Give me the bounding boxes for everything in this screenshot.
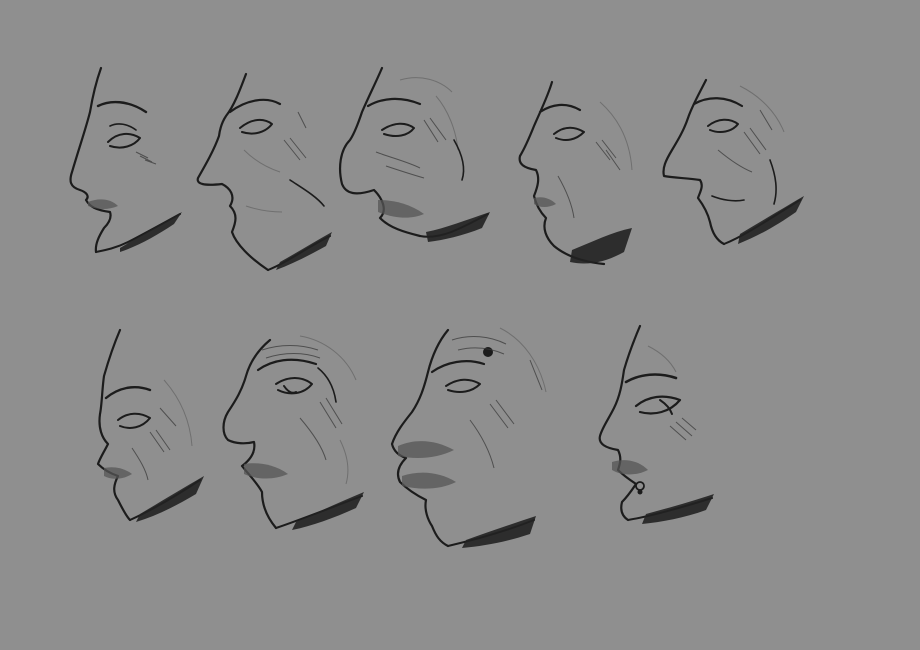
lip-ring-icon bbox=[635, 481, 645, 491]
sketch-large-lip-man bbox=[390, 327, 547, 548]
sketch-long-nose-man bbox=[662, 78, 804, 246]
sketch-wrinkled-man bbox=[96, 328, 204, 522]
sketch-young-woman bbox=[69, 66, 182, 254]
sketch-pointed-nose-man bbox=[196, 72, 332, 272]
sketch-canvas bbox=[0, 0, 920, 650]
sketch-middle-aged-man bbox=[518, 80, 633, 266]
face-sketches bbox=[69, 66, 804, 548]
sketch-old-man bbox=[339, 66, 490, 242]
lip-stud bbox=[637, 489, 643, 495]
sketch-pierced-woman bbox=[598, 324, 714, 524]
sketch-big-nose-old-man bbox=[222, 335, 364, 530]
